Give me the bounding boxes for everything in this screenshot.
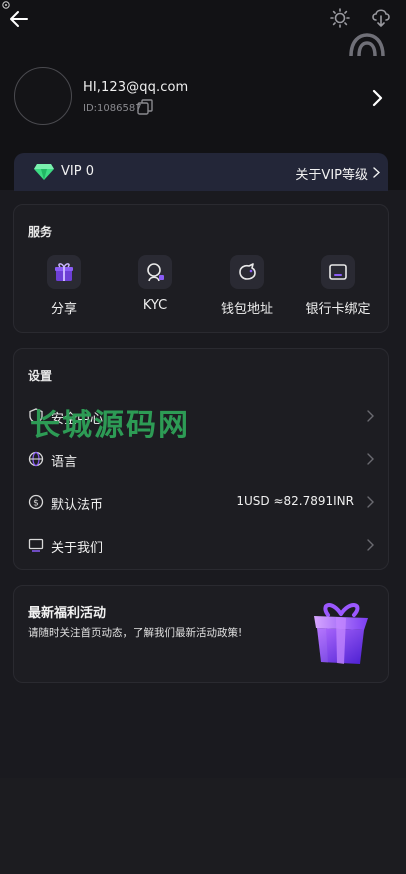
- currency-rate-value: 1USD ≈82.7891INR: [236, 494, 354, 508]
- service-label: KYC: [142, 298, 168, 313]
- avatar[interactable]: [14, 67, 72, 125]
- profile-header[interactable]: HI,123@qq.com ID:1086587: [14, 67, 394, 127]
- copy-icon[interactable]: [137, 99, 153, 115]
- row-label: 默认法币: [51, 498, 104, 513]
- settings-title: 设置: [28, 369, 53, 383]
- bank-card-icon: [329, 264, 347, 280]
- promo-subtitle: 请随时关注首页动态，了解我们最新活动政策!: [28, 627, 243, 639]
- service-share-button[interactable]: 分享: [24, 255, 104, 317]
- services-title: 服务: [28, 225, 53, 239]
- monitor-icon: [28, 538, 44, 552]
- piggy-bank-icon: [239, 263, 256, 280]
- service-kyc-button[interactable]: KYC: [115, 255, 195, 313]
- vip-banner[interactable]: VIP 0 关于VIP等级: [14, 153, 388, 191]
- promo-card[interactable]: 最新福利活动 请随时关注首页动态，了解我们最新活动政策!: [13, 585, 389, 683]
- settings-card: 设置 安全中心 语言 $ 默认法币 1USD ≈82.7891INR 关于我们: [13, 348, 389, 570]
- watermark-text: 长城源码网: [30, 408, 190, 443]
- chevron-right-icon: [373, 167, 380, 178]
- dollar-coin-icon: $: [28, 494, 44, 510]
- footer-background: [0, 778, 406, 874]
- gift-box-icon: [314, 603, 368, 664]
- service-label: 钱包地址: [220, 302, 273, 317]
- vip-info-link[interactable]: 关于VIP等级: [295, 164, 368, 183]
- chevron-right-icon: [367, 539, 374, 551]
- headset-icon[interactable]: [348, 32, 386, 58]
- default-currency-row[interactable]: $ 默认法币 1USD ≈82.7891INR: [28, 492, 374, 514]
- sun-icon[interactable]: [330, 8, 350, 28]
- chevron-right-icon: [367, 410, 374, 422]
- user-email: HI,123@qq.com: [83, 80, 189, 95]
- cloud-download-icon[interactable]: [371, 7, 391, 29]
- chevron-right-icon[interactable]: [372, 89, 384, 107]
- service-label: 分享: [50, 302, 77, 317]
- user-id: ID:1086587: [83, 103, 142, 114]
- account-page: HI,123@qq.com ID:1086587 VIP 0 关于VIP等级 服…: [0, 0, 406, 874]
- globe-icon: [28, 451, 44, 467]
- back-arrow-icon[interactable]: [8, 8, 30, 30]
- svg-text:$: $: [33, 499, 39, 509]
- service-bank-card-button[interactable]: 银行卡绑定: [298, 255, 378, 317]
- service-label: 银行卡绑定: [305, 302, 371, 317]
- gift-box-icon: [55, 263, 73, 281]
- chevron-right-icon: [367, 453, 374, 465]
- vip-level: VIP 0: [61, 164, 94, 179]
- promo-title: 最新福利活动: [28, 606, 107, 621]
- chevron-right-icon: [367, 496, 374, 508]
- language-row[interactable]: 语言: [28, 449, 374, 471]
- services-card: 服务 分享 KYC 钱包地址 银行卡绑定: [13, 204, 389, 333]
- row-label: 语言: [51, 455, 78, 470]
- about-us-row[interactable]: 关于我们: [28, 535, 374, 557]
- user-verify-icon: [147, 263, 164, 282]
- service-wallet-address-button[interactable]: 钱包地址: [207, 255, 287, 317]
- row-label: 关于我们: [51, 541, 104, 556]
- diamond-icon: [34, 164, 54, 180]
